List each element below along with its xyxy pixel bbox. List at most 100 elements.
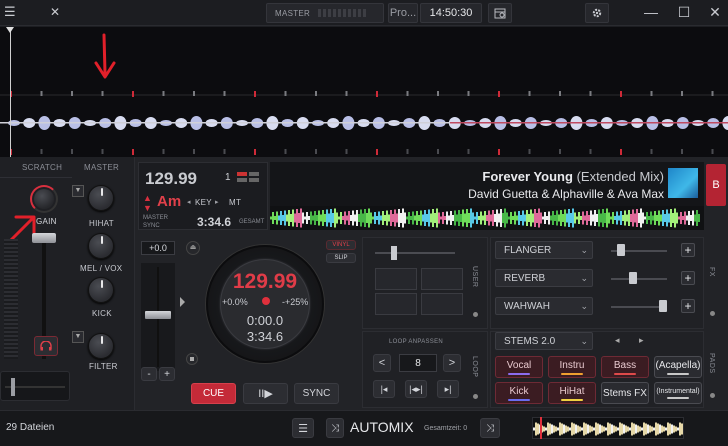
loop-in-button[interactable]: |◂ [373, 380, 395, 398]
loop-reloop-button[interactable]: |◂▸| [405, 380, 427, 398]
user-tab[interactable]: USER [471, 266, 478, 287]
user-pad-4[interactable] [421, 293, 463, 315]
loop-tab[interactable]: LOOP [471, 356, 478, 377]
user-panel: USER [362, 237, 488, 329]
gesamt-label: GESAMT [239, 219, 265, 225]
vinyl-button[interactable]: VINYL [326, 240, 356, 250]
deck-letter-badge[interactable]: B [706, 164, 726, 206]
mel-vox-knob[interactable] [88, 233, 114, 259]
stem-pad-vocal[interactable]: Vocal [495, 356, 543, 378]
fx-tab[interactable]: FX [708, 267, 715, 277]
stem-color-bar [508, 398, 530, 401]
overview-bar [570, 213, 572, 223]
automix-bar [669, 423, 671, 435]
overview-bar [588, 215, 590, 221]
mt-label[interactable]: MT [229, 198, 241, 207]
maximize-icon[interactable]: ☐ [673, 2, 695, 22]
shuffle-icon[interactable]: ⤨ [326, 418, 344, 438]
scrolling-waveform[interactable] [0, 27, 728, 157]
overview-bar [504, 208, 506, 228]
loop-double-button[interactable]: > [443, 354, 461, 372]
fx-level-handle[interactable] [629, 272, 638, 284]
eq-dropdown-icon[interactable]: ▼ [72, 185, 84, 197]
beat-marker [559, 91, 561, 96]
close-deck-icon[interactable]: ✕ [50, 4, 70, 20]
automix-bar [607, 422, 609, 436]
sync-button[interactable]: SYNC [294, 383, 339, 404]
deck-key[interactable]: Am [157, 193, 181, 210]
automix-bar [595, 422, 597, 436]
stems-preset-select[interactable]: STEMS 2.0 ⌄ [495, 332, 593, 350]
fx-select-reverb[interactable]: REVERB ⌄ [495, 269, 593, 287]
fx-add-button[interactable]: + [681, 299, 695, 313]
stem-pad-instru[interactable]: Instru [548, 356, 596, 378]
menu-icon[interactable]: ☰ [4, 4, 20, 20]
automix-bar [571, 422, 573, 436]
overview-bar [534, 209, 536, 227]
stem-pad-kick[interactable]: Kick [495, 382, 543, 404]
stems-next-icon[interactable]: ▸ [639, 335, 644, 346]
track-overview-waveform[interactable] [270, 206, 704, 230]
filter-knob[interactable] [88, 333, 114, 359]
pitch-slider-handle[interactable] [145, 311, 171, 319]
pro-button[interactable]: Pro... [388, 3, 418, 23]
cue-button[interactable]: CUE [191, 383, 236, 404]
beat-marker [132, 91, 134, 97]
pitch-slider[interactable] [141, 263, 175, 371]
overview-bar [564, 209, 566, 227]
pitch-plus-button[interactable]: + [159, 367, 175, 381]
kick-knob[interactable] [88, 277, 114, 303]
automix-bar [631, 422, 633, 436]
play-pause-button[interactable]: II▶ [243, 383, 288, 404]
fx-level-track[interactable] [611, 278, 667, 280]
deck-sync-label[interactable]: SYNC [143, 223, 160, 229]
fx-level-handle[interactable] [617, 244, 626, 256]
minimize-icon[interactable]: — [640, 2, 662, 22]
loop-halve-button[interactable]: < [373, 354, 391, 372]
deck-master-label[interactable]: MASTER [143, 215, 168, 221]
overview-bar [616, 211, 618, 225]
automix-waveform[interactable] [532, 417, 684, 439]
fx-add-button[interactable]: + [681, 243, 695, 257]
eject-icon[interactable]: ⏏ [186, 241, 200, 255]
stem-pad-acapella[interactable]: (Acapella) [654, 356, 702, 378]
overview-bar [406, 216, 408, 220]
stem-pad-hihat[interactable]: HiHat [548, 382, 596, 404]
user-slider-handle[interactable] [391, 246, 397, 260]
fx-level-handle[interactable] [658, 300, 667, 312]
user-pad-1[interactable] [375, 268, 417, 290]
channel-fader-handle[interactable] [32, 233, 56, 243]
pads-tab[interactable]: PADS [708, 353, 715, 374]
calendar-icon[interactable] [488, 3, 512, 23]
loop-prev-label: < [378, 357, 386, 369]
automix-bar [643, 422, 645, 436]
fx-select-flanger[interactable]: FLANGER ⌄ [495, 241, 593, 259]
settings-gear-icon[interactable] [585, 3, 609, 23]
stems-prev-icon[interactable]: ◂ [615, 335, 620, 346]
loop-out-button[interactable]: ▸| [437, 380, 459, 398]
overview-bar [544, 212, 546, 224]
overview-bar [584, 215, 586, 221]
automix-shuffle-icon[interactable]: ⤨ [480, 418, 500, 438]
overview-bar [506, 212, 508, 224]
user-pad-2[interactable] [421, 268, 463, 290]
stem-pad-instrumental[interactable]: (Instrumental) [654, 382, 702, 404]
crossfader-area[interactable] [0, 371, 70, 401]
hihat-knob[interactable] [88, 185, 114, 211]
automix-bar [653, 427, 655, 431]
fx-add-button[interactable]: + [681, 271, 695, 285]
headphone-cue-button[interactable] [34, 336, 58, 356]
stop-icon[interactable] [186, 353, 198, 365]
automix-label[interactable]: AUTOMIX [350, 419, 414, 435]
playlist-menu-icon[interactable]: ☰ [292, 418, 314, 438]
overview-bar [676, 212, 678, 224]
stem-pad-stemsfx[interactable]: Stems FX [601, 382, 649, 404]
window-close-icon[interactable]: ✕ [704, 2, 726, 22]
pitch-minus-button[interactable]: - [141, 367, 157, 381]
user-pad-3[interactable] [375, 293, 417, 315]
slip-button[interactable]: SLIP [326, 253, 356, 263]
fx-select-wahwah[interactable]: WAHWAH ⌄ [495, 297, 593, 315]
overview-bar [698, 214, 700, 222]
stem-pad-bass[interactable]: Bass [601, 356, 649, 378]
filter-dropdown-icon[interactable]: ▼ [72, 331, 84, 343]
